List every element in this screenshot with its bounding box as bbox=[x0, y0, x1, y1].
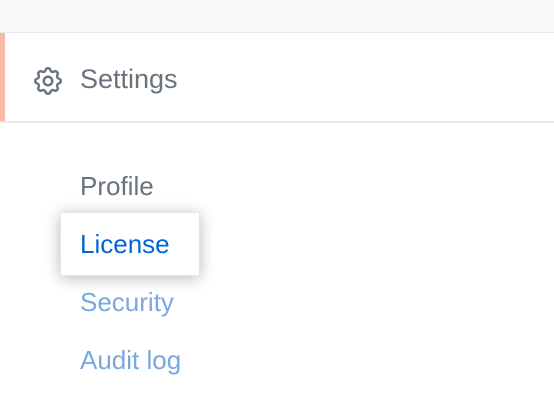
nav-link-audit-log[interactable]: Audit log bbox=[80, 342, 181, 378]
active-indicator bbox=[0, 33, 5, 121]
nav-link-security[interactable]: Security bbox=[80, 284, 174, 320]
nav-link-license[interactable]: License bbox=[80, 226, 170, 262]
gear-icon bbox=[34, 67, 62, 95]
top-strip bbox=[0, 0, 554, 33]
section-heading-profile: Profile bbox=[80, 171, 154, 201]
sidebar-item-settings-label: Settings bbox=[80, 64, 178, 94]
sidebar-item-settings[interactable]: Settings bbox=[0, 33, 554, 123]
